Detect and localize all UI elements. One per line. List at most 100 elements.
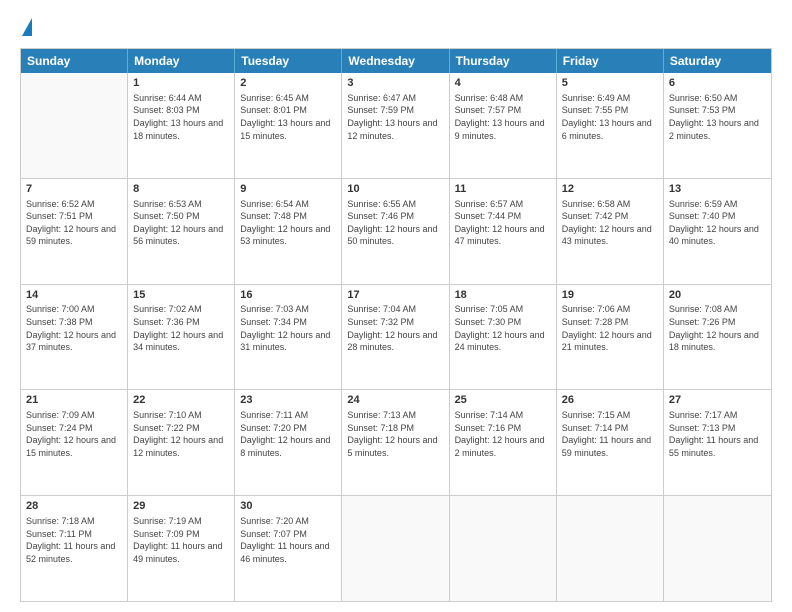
daylight-text: Daylight: 12 hours and 37 minutes. [26,330,116,353]
sunset-text: Sunset: 7:20 PM [240,423,307,433]
sunset-text: Sunset: 7:32 PM [347,317,414,327]
sunrise-text: Sunrise: 7:15 AM [562,410,631,420]
daylight-text: Daylight: 13 hours and 9 minutes. [455,118,545,141]
daylight-text: Daylight: 13 hours and 6 minutes. [562,118,652,141]
day-number: 3 [347,76,443,91]
daylight-text: Daylight: 11 hours and 55 minutes. [669,435,758,458]
day-info: Sunrise: 7:13 AMSunset: 7:18 PMDaylight:… [347,409,443,459]
daylight-text: Daylight: 12 hours and 34 minutes. [133,330,223,353]
day-cell: 23Sunrise: 7:11 AMSunset: 7:20 PMDayligh… [235,390,342,495]
day-number: 7 [26,182,122,197]
week-row: 14Sunrise: 7:00 AMSunset: 7:38 PMDayligh… [21,284,771,390]
day-cell: 10Sunrise: 6:55 AMSunset: 7:46 PMDayligh… [342,179,449,284]
day-info: Sunrise: 7:18 AMSunset: 7:11 PMDaylight:… [26,515,122,565]
sunrise-text: Sunrise: 6:59 AM [669,199,738,209]
sunset-text: Sunset: 7:44 PM [455,211,522,221]
day-cell: 27Sunrise: 7:17 AMSunset: 7:13 PMDayligh… [664,390,771,495]
day-number: 1 [133,76,229,91]
day-number: 8 [133,182,229,197]
sunset-text: Sunset: 7:46 PM [347,211,414,221]
day-cell: 4Sunrise: 6:48 AMSunset: 7:57 PMDaylight… [450,73,557,178]
day-cell: 29Sunrise: 7:19 AMSunset: 7:09 PMDayligh… [128,496,235,601]
day-header: Thursday [450,49,557,73]
day-cell: 5Sunrise: 6:49 AMSunset: 7:55 PMDaylight… [557,73,664,178]
day-cell: 18Sunrise: 7:05 AMSunset: 7:30 PMDayligh… [450,285,557,390]
day-cell [664,496,771,601]
day-cell: 17Sunrise: 7:04 AMSunset: 7:32 PMDayligh… [342,285,449,390]
day-cell: 15Sunrise: 7:02 AMSunset: 7:36 PMDayligh… [128,285,235,390]
day-header: Tuesday [235,49,342,73]
sunrise-text: Sunrise: 6:58 AM [562,199,631,209]
day-cell: 12Sunrise: 6:58 AMSunset: 7:42 PMDayligh… [557,179,664,284]
sunrise-text: Sunrise: 7:06 AM [562,304,631,314]
day-cell: 11Sunrise: 6:57 AMSunset: 7:44 PMDayligh… [450,179,557,284]
daylight-text: Daylight: 12 hours and 8 minutes. [240,435,330,458]
day-number: 26 [562,393,658,408]
daylight-text: Daylight: 12 hours and 56 minutes. [133,224,223,247]
day-cell: 19Sunrise: 7:06 AMSunset: 7:28 PMDayligh… [557,285,664,390]
sunset-text: Sunset: 7:24 PM [26,423,93,433]
day-number: 29 [133,499,229,514]
day-info: Sunrise: 7:02 AMSunset: 7:36 PMDaylight:… [133,303,229,353]
daylight-text: Daylight: 12 hours and 18 minutes. [669,330,759,353]
calendar: SundayMondayTuesdayWednesdayThursdayFrid… [20,48,772,602]
daylight-text: Daylight: 12 hours and 12 minutes. [133,435,223,458]
sunrise-text: Sunrise: 7:08 AM [669,304,738,314]
day-cell: 9Sunrise: 6:54 AMSunset: 7:48 PMDaylight… [235,179,342,284]
daylight-text: Daylight: 12 hours and 28 minutes. [347,330,437,353]
day-number: 15 [133,288,229,303]
day-info: Sunrise: 6:47 AMSunset: 7:59 PMDaylight:… [347,92,443,142]
daylight-text: Daylight: 13 hours and 12 minutes. [347,118,437,141]
sunrise-text: Sunrise: 6:45 AM [240,93,309,103]
daylight-text: Daylight: 11 hours and 46 minutes. [240,541,329,564]
week-row: 7Sunrise: 6:52 AMSunset: 7:51 PMDaylight… [21,178,771,284]
sunrise-text: Sunrise: 6:53 AM [133,199,202,209]
sunset-text: Sunset: 7:50 PM [133,211,200,221]
day-info: Sunrise: 7:09 AMSunset: 7:24 PMDaylight:… [26,409,122,459]
day-cell: 30Sunrise: 7:20 AMSunset: 7:07 PMDayligh… [235,496,342,601]
day-number: 30 [240,499,336,514]
sunrise-text: Sunrise: 6:57 AM [455,199,524,209]
sunset-text: Sunset: 7:11 PM [26,529,92,539]
daylight-text: Daylight: 12 hours and 21 minutes. [562,330,652,353]
sunrise-text: Sunrise: 7:20 AM [240,516,309,526]
day-info: Sunrise: 7:11 AMSunset: 7:20 PMDaylight:… [240,409,336,459]
sunset-text: Sunset: 7:38 PM [26,317,93,327]
day-number: 12 [562,182,658,197]
sunrise-text: Sunrise: 7:00 AM [26,304,95,314]
daylight-text: Daylight: 12 hours and 31 minutes. [240,330,330,353]
day-info: Sunrise: 7:06 AMSunset: 7:28 PMDaylight:… [562,303,658,353]
day-info: Sunrise: 6:45 AMSunset: 8:01 PMDaylight:… [240,92,336,142]
day-cell: 3Sunrise: 6:47 AMSunset: 7:59 PMDaylight… [342,73,449,178]
daylight-text: Daylight: 13 hours and 2 minutes. [669,118,759,141]
day-info: Sunrise: 6:49 AMSunset: 7:55 PMDaylight:… [562,92,658,142]
day-info: Sunrise: 6:54 AMSunset: 7:48 PMDaylight:… [240,198,336,248]
day-number: 16 [240,288,336,303]
sunset-text: Sunset: 7:51 PM [26,211,93,221]
sunset-text: Sunset: 7:18 PM [347,423,414,433]
day-header: Monday [128,49,235,73]
sunset-text: Sunset: 7:09 PM [133,529,200,539]
sunset-text: Sunset: 7:13 PM [669,423,736,433]
sunrise-text: Sunrise: 7:02 AM [133,304,202,314]
day-number: 6 [669,76,766,91]
day-cell: 14Sunrise: 7:00 AMSunset: 7:38 PMDayligh… [21,285,128,390]
sunrise-text: Sunrise: 7:05 AM [455,304,524,314]
header [20,18,772,38]
day-number: 18 [455,288,551,303]
day-info: Sunrise: 7:03 AMSunset: 7:34 PMDaylight:… [240,303,336,353]
sunset-text: Sunset: 7:14 PM [562,423,629,433]
sunrise-text: Sunrise: 7:19 AM [133,516,202,526]
sunset-text: Sunset: 7:59 PM [347,105,414,115]
day-cell: 25Sunrise: 7:14 AMSunset: 7:16 PMDayligh… [450,390,557,495]
sunrise-text: Sunrise: 6:44 AM [133,93,202,103]
day-header: Friday [557,49,664,73]
day-headers: SundayMondayTuesdayWednesdayThursdayFrid… [21,49,771,73]
sunset-text: Sunset: 7:42 PM [562,211,629,221]
daylight-text: Daylight: 11 hours and 59 minutes. [562,435,651,458]
logo [20,18,32,38]
day-cell: 2Sunrise: 6:45 AMSunset: 8:01 PMDaylight… [235,73,342,178]
day-number: 27 [669,393,766,408]
day-number: 10 [347,182,443,197]
week-row: 21Sunrise: 7:09 AMSunset: 7:24 PMDayligh… [21,389,771,495]
